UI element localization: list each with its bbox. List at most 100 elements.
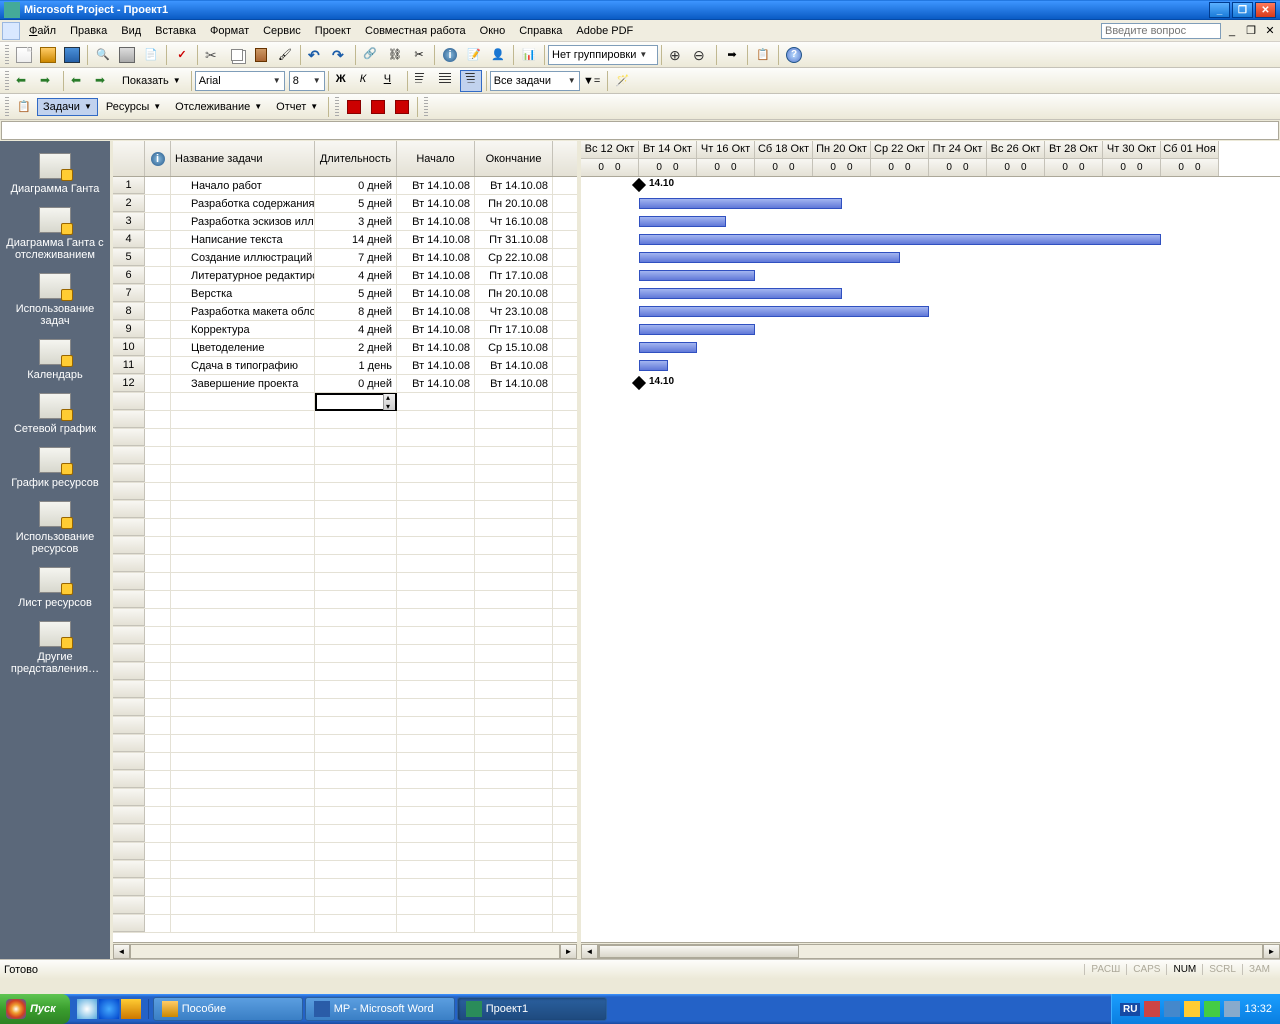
duration-cell[interactable] (315, 807, 397, 824)
info-cell[interactable] (145, 861, 171, 878)
start-cell[interactable]: Вт 14.10.08 (397, 357, 475, 374)
print-button[interactable] (116, 44, 138, 66)
info-cell[interactable] (145, 771, 171, 788)
scroll-right-button[interactable]: ► (1263, 944, 1280, 959)
duration-column-header[interactable]: Длительность (315, 141, 397, 176)
info-cell[interactable] (145, 411, 171, 428)
gantt-bar[interactable] (639, 234, 1161, 245)
row-number[interactable] (113, 825, 145, 842)
start-cell[interactable]: Вт 14.10.08 (397, 375, 475, 392)
save-button[interactable] (61, 44, 83, 66)
start-cell[interactable]: Вт 14.10.08 (397, 321, 475, 338)
new-button[interactable] (13, 44, 35, 66)
redo-button[interactable] (329, 44, 351, 66)
viewbar-item[interactable]: График ресурсов (11, 447, 98, 489)
info-cell[interactable] (145, 303, 171, 320)
start-cell[interactable] (397, 699, 475, 716)
gantt-wizard-button[interactable]: 🪄 (612, 70, 634, 92)
duration-cell[interactable] (315, 771, 397, 788)
row-number[interactable] (113, 771, 145, 788)
search-button[interactable]: 🔍 (92, 44, 114, 66)
row-number[interactable] (113, 627, 145, 644)
end-cell[interactable] (475, 501, 553, 518)
lang-indicator[interactable]: RU (1120, 1003, 1140, 1016)
nav-fwd-button[interactable] (37, 70, 59, 92)
duration-cell[interactable] (315, 663, 397, 680)
table-row[interactable]: 8Разработка макета обложки8 днейВт 14.10… (113, 303, 577, 321)
row-number[interactable] (113, 861, 145, 878)
name-cell[interactable] (171, 411, 315, 428)
viewbar-item[interactable]: Использование ресурсов (0, 501, 110, 555)
duration-cell[interactable] (315, 501, 397, 518)
row-number[interactable] (113, 717, 145, 734)
name-cell[interactable] (171, 627, 315, 644)
start-cell[interactable] (397, 753, 475, 770)
start-cell[interactable] (397, 465, 475, 482)
row-number[interactable]: 2 (113, 195, 145, 212)
row-number[interactable]: 11 (113, 357, 145, 374)
duration-cell[interactable]: 0 дней (315, 177, 397, 194)
table-row[interactable]: 5Создание иллюстраций7 днейВт 14.10.08Ср… (113, 249, 577, 267)
row-number[interactable] (113, 789, 145, 806)
row-number[interactable] (113, 609, 145, 626)
name-cell[interactable]: Начало работ (171, 177, 315, 194)
task-project[interactable]: Проект1 (457, 997, 607, 1021)
start-cell[interactable] (397, 825, 475, 842)
viewbar-item[interactable]: Использование задач (0, 273, 110, 327)
italic-button[interactable] (357, 70, 379, 92)
duration-cell[interactable]: 5 дней (315, 195, 397, 212)
end-cell[interactable] (475, 861, 553, 878)
table-row[interactable] (113, 465, 577, 483)
duration-cell[interactable] (315, 879, 397, 896)
spinner-icon[interactable] (383, 394, 395, 410)
start-cell[interactable]: Вт 14.10.08 (397, 213, 475, 230)
duration-cell[interactable] (315, 519, 397, 536)
menu-help[interactable]: Справка (512, 22, 569, 40)
duration-cell[interactable] (315, 555, 397, 572)
assign-button[interactable]: 👤 (487, 44, 509, 66)
table-row[interactable]: 2Разработка содержания5 днейВт 14.10.08П… (113, 195, 577, 213)
info-column-header[interactable]: i (145, 141, 171, 176)
table-row[interactable] (113, 591, 577, 609)
table-row[interactable]: 6Литературное редактирование4 днейВт 14.… (113, 267, 577, 285)
close-button[interactable]: ✕ (1255, 2, 1276, 18)
gripper-icon[interactable] (5, 97, 9, 117)
split-button[interactable]: ✂ (408, 44, 430, 66)
duration-cell[interactable] (315, 573, 397, 590)
table-row[interactable]: 1Начало работ0 днейВт 14.10.08Вт 14.10.0… (113, 177, 577, 195)
start-cell[interactable] (397, 663, 475, 680)
menu-file[interactable]: Файл (22, 22, 63, 40)
end-cell[interactable] (475, 627, 553, 644)
duration-cell[interactable] (315, 645, 397, 662)
table-row[interactable]: 3Разработка эскизов иллюстраций3 днейВт … (113, 213, 577, 231)
end-cell[interactable] (475, 483, 553, 500)
end-cell[interactable]: Вт 14.10.08 (475, 177, 553, 194)
name-cell[interactable] (171, 429, 315, 446)
table-row[interactable] (113, 789, 577, 807)
duration-cell[interactable]: 5 дней (315, 285, 397, 302)
row-number[interactable] (113, 843, 145, 860)
end-cell[interactable]: Пн 20.10.08 (475, 285, 553, 302)
table-row[interactable]: 10Цветоделение2 днейВт 14.10.08Ср 15.10.… (113, 339, 577, 357)
duration-cell[interactable] (315, 627, 397, 644)
name-cell[interactable] (171, 591, 315, 608)
info-cell[interactable] (145, 339, 171, 356)
end-column-header[interactable]: Окончание (475, 141, 553, 176)
outdent-button[interactable] (68, 70, 90, 92)
mdi-close-button[interactable]: ✕ (1262, 23, 1278, 39)
mail-icon[interactable] (121, 999, 141, 1019)
align-center-button[interactable] (436, 70, 458, 92)
name-cell[interactable] (171, 843, 315, 860)
end-cell[interactable] (475, 465, 553, 482)
table-row[interactable] (113, 735, 577, 753)
end-cell[interactable]: Чт 23.10.08 (475, 303, 553, 320)
start-cell[interactable]: Вт 14.10.08 (397, 177, 475, 194)
name-cell[interactable]: Завершение проекта (171, 375, 315, 392)
duration-cell[interactable] (315, 825, 397, 842)
row-number[interactable] (113, 519, 145, 536)
end-cell[interactable] (475, 393, 553, 410)
info-cell[interactable] (145, 231, 171, 248)
gantt-bar[interactable] (639, 324, 755, 335)
name-cell[interactable] (171, 699, 315, 716)
table-row[interactable] (113, 501, 577, 519)
